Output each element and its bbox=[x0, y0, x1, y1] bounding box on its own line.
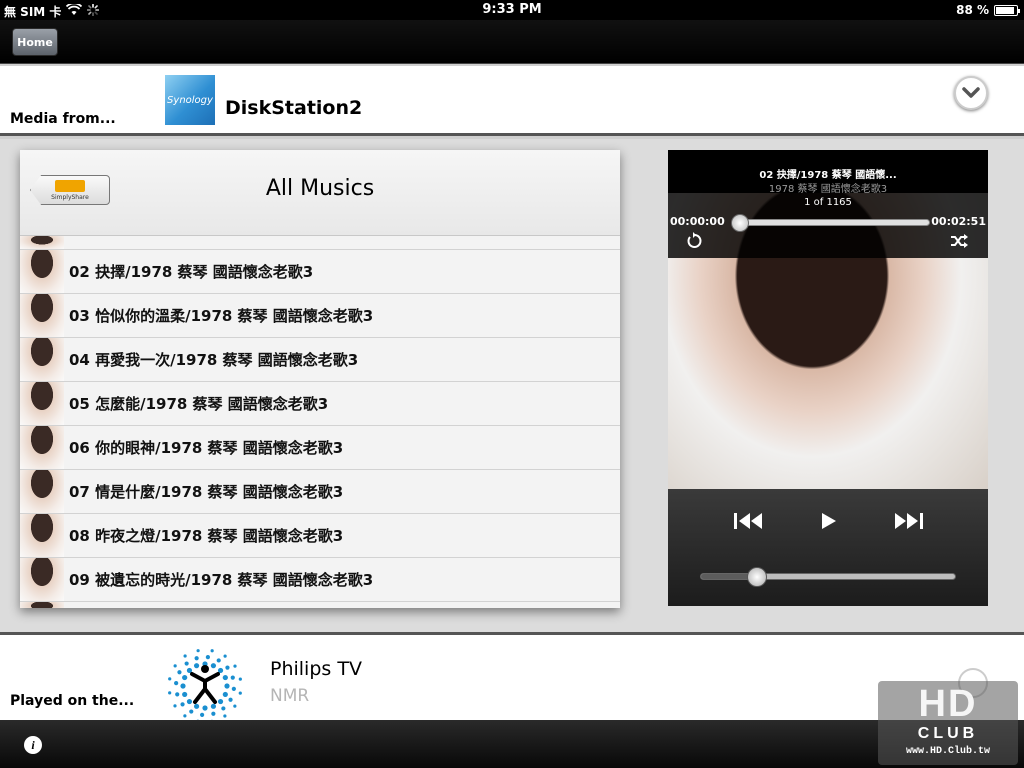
bottom-toolbar: i bbox=[0, 720, 1024, 768]
status-time: 9:33 PM bbox=[482, 2, 542, 17]
album-thumbnail bbox=[20, 514, 64, 557]
volume-knob[interactable] bbox=[747, 567, 768, 587]
list-item-partial[interactable] bbox=[20, 602, 620, 608]
track-title: 09 被遺忘的時光/1978 蔡琴 國語懷念老歌3 bbox=[69, 571, 374, 589]
track-title: 02 抉擇/1978 蔡琴 國語懷念老歌3 bbox=[69, 263, 314, 281]
album-thumbnail bbox=[20, 236, 64, 249]
repeat-icon[interactable] bbox=[685, 232, 703, 250]
battery-fill bbox=[996, 6, 1014, 14]
now-playing-subtitle: 1978 蔡琴 國語懷念老歌3 bbox=[768, 184, 888, 195]
status-bar: 無 SIM 卡 9:33 PM 88 % bbox=[0, 0, 1024, 20]
album-thumbnail bbox=[20, 470, 64, 513]
navigation-bar: Home bbox=[0, 20, 1024, 64]
elapsed-time: 00:00:00 bbox=[670, 215, 725, 228]
now-playing-title: 02 抉擇/1978 蔡琴 國語懷... bbox=[759, 170, 897, 181]
media-server-name: DiskStation2 bbox=[225, 97, 363, 119]
track-list: 02 抉擇/1978 蔡琴 國語懷念老歌3 03 恰似你的溫柔/1978 蔡琴 … bbox=[20, 236, 620, 608]
track-title: 05 怎麼能/1978 蔡琴 國語懷念老歌3 bbox=[69, 395, 329, 413]
hdclub-watermark: HD CLUB www.HD.Club.tw bbox=[878, 681, 1018, 765]
home-button[interactable]: Home bbox=[12, 28, 58, 56]
total-duration: 00:02:51 bbox=[931, 215, 986, 228]
previous-track-icon[interactable] bbox=[731, 509, 767, 533]
list-item[interactable]: 06 你的眼神/1978 蔡琴 國語懷念老歌3 bbox=[20, 426, 620, 470]
media-from-label: Media from... bbox=[10, 111, 116, 127]
list-item-partial[interactable] bbox=[20, 236, 620, 250]
list-title: All Musics bbox=[265, 176, 375, 201]
list-item[interactable]: 07 情是什麼/1978 蔡琴 國語懷念老歌3 bbox=[20, 470, 620, 514]
output-device-bar[interactable]: Philips TV NMR Played on the... bbox=[0, 632, 1024, 723]
progress-knob[interactable] bbox=[731, 214, 749, 232]
media-source-bar[interactable]: Synology DiskStation2 Media from... bbox=[0, 66, 1024, 136]
chevron-down-icon[interactable] bbox=[954, 76, 988, 110]
album-thumbnail bbox=[20, 558, 64, 601]
shuffle-icon[interactable] bbox=[950, 232, 968, 250]
next-track-icon[interactable] bbox=[890, 509, 926, 533]
track-title: 03 恰似你的溫柔/1978 蔡琴 國語懷念老歌3 bbox=[69, 307, 374, 325]
album-thumbnail bbox=[20, 602, 64, 608]
volume-slider[interactable] bbox=[700, 567, 956, 587]
track-title: 08 昨夜之燈/1978 蔡琴 國語懷念老歌3 bbox=[69, 527, 344, 545]
track-title: 06 你的眼神/1978 蔡琴 國語懷念老歌3 bbox=[69, 439, 344, 457]
synology-logo: Synology bbox=[165, 75, 215, 125]
playback-controls bbox=[668, 489, 988, 606]
philips-logo-icon bbox=[166, 647, 244, 725]
watermark-club-text: CLUB bbox=[917, 725, 979, 742]
album-thumbnail bbox=[20, 382, 64, 425]
info-icon[interactable]: i bbox=[24, 736, 42, 754]
output-device-name: Philips TV bbox=[270, 658, 362, 680]
battery-percent: 88 % bbox=[956, 3, 989, 17]
album-thumbnail bbox=[20, 294, 64, 337]
album-thumbnail bbox=[20, 250, 64, 293]
list-item[interactable]: 09 被遺忘的時光/1978 蔡琴 國語懷念老歌3 bbox=[20, 558, 620, 602]
track-title: 07 情是什麼/1978 蔡琴 國語懷念老歌3 bbox=[69, 483, 344, 501]
album-thumbnail bbox=[20, 426, 64, 469]
list-item[interactable]: 05 怎麼能/1978 蔡琴 國語懷念老歌3 bbox=[20, 382, 620, 426]
track-title: 04 再愛我一次/1978 蔡琴 國語懷念老歌3 bbox=[69, 351, 359, 369]
list-header: SimplyShare All Musics bbox=[20, 150, 620, 236]
play-icon[interactable] bbox=[810, 509, 846, 533]
list-item[interactable]: 08 昨夜之燈/1978 蔡琴 國語懷念老歌3 bbox=[20, 514, 620, 558]
now-playing-panel: 02 抉擇/1978 蔡琴 國語懷... 1978 蔡琴 國語懷念老歌3 1 o… bbox=[668, 150, 988, 606]
played-on-label: Played on the... bbox=[10, 693, 135, 709]
album-thumbnail bbox=[20, 338, 64, 381]
list-item[interactable]: 02 抉擇/1978 蔡琴 國語懷念老歌3 bbox=[20, 250, 620, 294]
watermark-url: www.HD.Club.tw bbox=[905, 746, 990, 757]
list-item[interactable]: 04 再愛我一次/1978 蔡琴 國語懷念老歌3 bbox=[20, 338, 620, 382]
track-count: 1 of 1165 bbox=[804, 197, 852, 208]
watermark-logo-text: HD bbox=[918, 683, 978, 725]
battery-icon bbox=[994, 4, 1020, 16]
now-playing-info: 02 抉擇/1978 蔡琴 國語懷... 1978 蔡琴 國語懷念老歌3 1 o… bbox=[668, 150, 988, 258]
output-device-type: NMR bbox=[270, 686, 310, 706]
music-list-panel: SimplyShare All Musics 02 抉擇/1978 蔡琴 國語懷… bbox=[20, 150, 620, 608]
list-item[interactable]: 03 恰似你的溫柔/1978 蔡琴 國語懷念老歌3 bbox=[20, 294, 620, 338]
progress-slider[interactable] bbox=[731, 214, 930, 232]
